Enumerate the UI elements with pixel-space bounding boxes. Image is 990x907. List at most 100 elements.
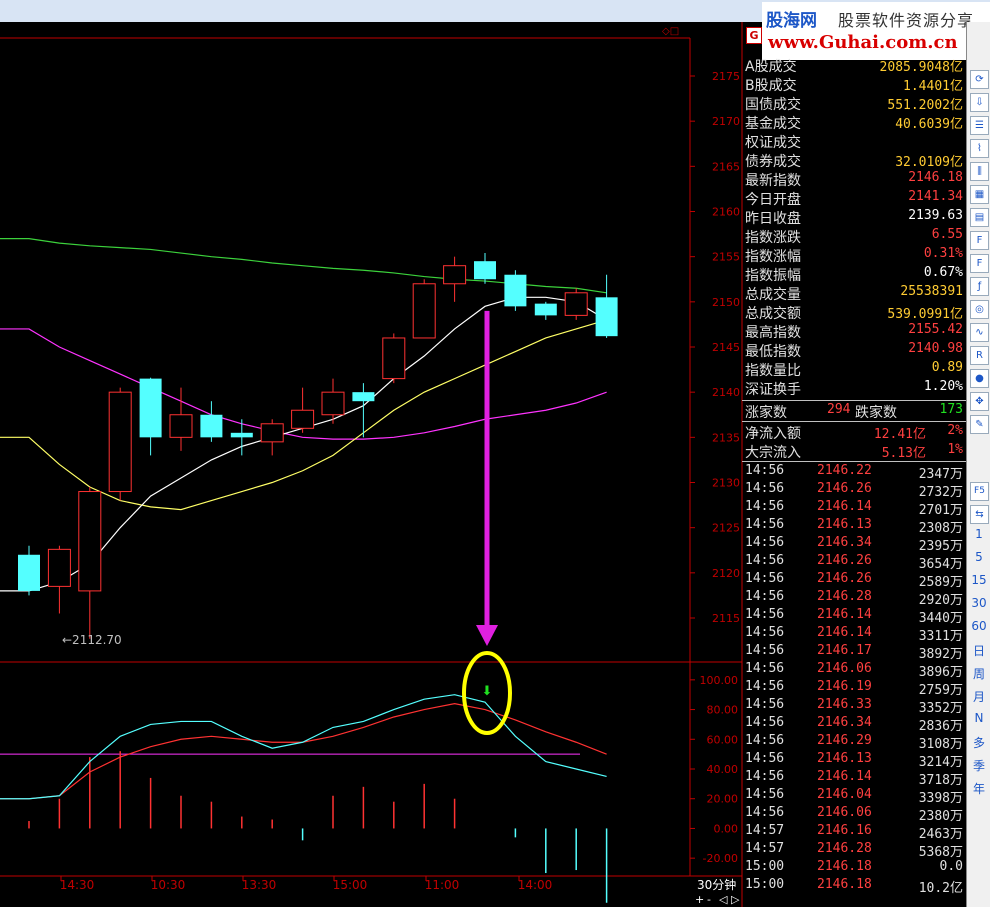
flow-value: 5.13亿 xyxy=(881,446,926,461)
price-tick-label: 2160 xyxy=(712,206,740,219)
corner-controls-icon[interactable]: ◇□ xyxy=(662,26,679,37)
breadth-separator xyxy=(742,421,966,422)
tick-row: 14:56 2146.13 2308万 xyxy=(742,517,966,536)
price-tick-label: 2175 xyxy=(712,70,740,83)
period-label[interactable]: 30分钟 xyxy=(697,876,736,893)
table-icon[interactable]: ▤ xyxy=(970,208,989,227)
eye-icon[interactable]: ● xyxy=(970,369,989,388)
stat-label: 债券成交 xyxy=(745,154,801,170)
zoom-control-button[interactable]: + xyxy=(695,893,704,906)
move-icon[interactable]: ✥ xyxy=(970,392,989,411)
refresh-icon[interactable]: ⟳ xyxy=(970,70,989,89)
stat-row: 总成交量 25538391 xyxy=(742,284,966,303)
stat-label: 指数振幅 xyxy=(745,268,801,284)
flow-value: 12.41亿 xyxy=(873,427,926,442)
price-tick-label: 2125 xyxy=(712,522,740,535)
candle-body xyxy=(139,378,162,438)
tick-time: 14:56 xyxy=(745,625,785,640)
tick-row: 14:56 2146.14 3718万 xyxy=(742,769,966,788)
g-button[interactable]: G xyxy=(746,27,762,44)
zoom-control-button[interactable]: ▷ xyxy=(731,893,739,906)
period-button-N[interactable]: N xyxy=(967,711,990,725)
rsi-icon[interactable]: R xyxy=(970,346,989,365)
tick-volume: 2920万 xyxy=(918,593,963,608)
stat-label: 权证成交 xyxy=(745,135,801,151)
stat-row: 深证换手 1.20% xyxy=(742,379,966,398)
list-icon[interactable]: ☰ xyxy=(970,116,989,135)
period-button-5[interactable]: 5 xyxy=(967,550,990,564)
tick-time: 14:56 xyxy=(745,733,785,748)
logo-brand: 股海网 xyxy=(766,11,817,31)
period-button-日[interactable]: 日 xyxy=(967,642,990,659)
time-tick-label: 13:30 xyxy=(242,878,277,892)
zoom-control-button[interactable]: - xyxy=(707,893,711,906)
time-tick-label: 15:00 xyxy=(333,878,368,892)
stat-value: 539.0991亿 xyxy=(887,307,963,322)
tick-price: 2146.13 xyxy=(817,517,872,532)
tick-time: 14:56 xyxy=(745,679,785,694)
tick-volume: 3398万 xyxy=(918,791,963,806)
period-button-1[interactable]: 1 xyxy=(967,527,990,541)
kline-chart[interactable]: 2115 2120 2125 2130 2135 2140 2145 2150 2155 2160… xyxy=(0,22,766,907)
period-button-年[interactable]: 年 xyxy=(967,780,990,797)
period-button-月[interactable]: 月 xyxy=(967,688,990,705)
tick-row: 14:56 2146.14 3311万 xyxy=(742,625,966,644)
annotation-arrow-head xyxy=(476,625,498,646)
stat-label: 基金成交 xyxy=(745,116,801,132)
tick-time: 14:56 xyxy=(745,481,785,496)
pencil-icon[interactable]: ✎ xyxy=(970,415,989,434)
tick-price: 2146.06 xyxy=(817,661,872,676)
tick-row: 14:56 2146.14 2701万 xyxy=(742,499,966,518)
tick-row: 15:00 2146.18 0.0 xyxy=(742,859,966,877)
period-button-季[interactable]: 季 xyxy=(967,757,990,774)
stat-label: 最新指数 xyxy=(745,173,801,189)
price-tick-label: 2155 xyxy=(712,251,740,264)
period-button-多[interactable]: 多 xyxy=(967,734,990,751)
flow-label: 净流入额 xyxy=(745,426,801,442)
price-tick-label: 2145 xyxy=(712,341,740,354)
period-button-15[interactable]: 15 xyxy=(967,573,990,587)
stat-row: 基金成交 40.6039亿 xyxy=(742,113,966,132)
stat-label: 深证换手 xyxy=(745,382,801,398)
candle-body xyxy=(474,261,496,280)
arrow-down-icon[interactable]: ⇩ xyxy=(970,93,989,112)
tick-time: 14:56 xyxy=(745,517,785,532)
f5-icon[interactable]: F5 xyxy=(970,482,989,501)
switch-icon[interactable]: ⇆ xyxy=(970,505,989,524)
candle xyxy=(382,333,406,384)
tick-time: 14:56 xyxy=(745,607,785,622)
f9-icon[interactable]: F xyxy=(970,254,989,273)
period-button-周[interactable]: 周 xyxy=(967,665,990,682)
candle xyxy=(412,279,436,339)
stat-row: 今日开盘 2141.34 xyxy=(742,189,966,208)
func-icon[interactable]: ƒ xyxy=(970,277,989,296)
tick-price: 2146.18 xyxy=(817,859,872,874)
tick-volume: 3718万 xyxy=(918,773,963,788)
candle xyxy=(108,387,132,501)
line-chart-icon[interactable]: ⌇ xyxy=(970,139,989,158)
candle xyxy=(443,256,467,302)
tick-price: 2146.26 xyxy=(817,553,872,568)
tick-row: 14:56 2146.14 3440万 xyxy=(742,607,966,626)
down-count-value: 173 xyxy=(939,402,963,417)
tick-price: 2146.06 xyxy=(817,805,872,820)
grid-icon[interactable]: ▦ xyxy=(970,185,989,204)
zoom-control-button[interactable]: ◁ xyxy=(719,893,727,906)
tick-price: 2146.18 xyxy=(817,877,872,892)
candle-icon[interactable]: ⫼ xyxy=(970,162,989,181)
tick-volume: 2463万 xyxy=(918,827,963,842)
period-button-30[interactable]: 30 xyxy=(967,596,990,610)
chart-icon[interactable]: ∿ xyxy=(970,323,989,342)
tick-price: 2146.14 xyxy=(817,769,872,784)
tick-price: 2146.33 xyxy=(817,697,872,712)
tick-row: 14:57 2146.28 5368万 xyxy=(742,841,966,860)
flow-row: 大宗流入 5.13亿 1% xyxy=(742,442,966,461)
f10-icon[interactable]: F xyxy=(970,231,989,250)
period-button-60[interactable]: 60 xyxy=(967,619,990,633)
stat-label: 国债成交 xyxy=(745,97,801,113)
candle-body xyxy=(412,283,436,339)
tick-volume: 2589万 xyxy=(918,575,963,590)
info-icon[interactable]: ◎ xyxy=(970,300,989,319)
indicator-tick-label: 0.00 xyxy=(714,822,739,835)
candle xyxy=(47,545,71,614)
